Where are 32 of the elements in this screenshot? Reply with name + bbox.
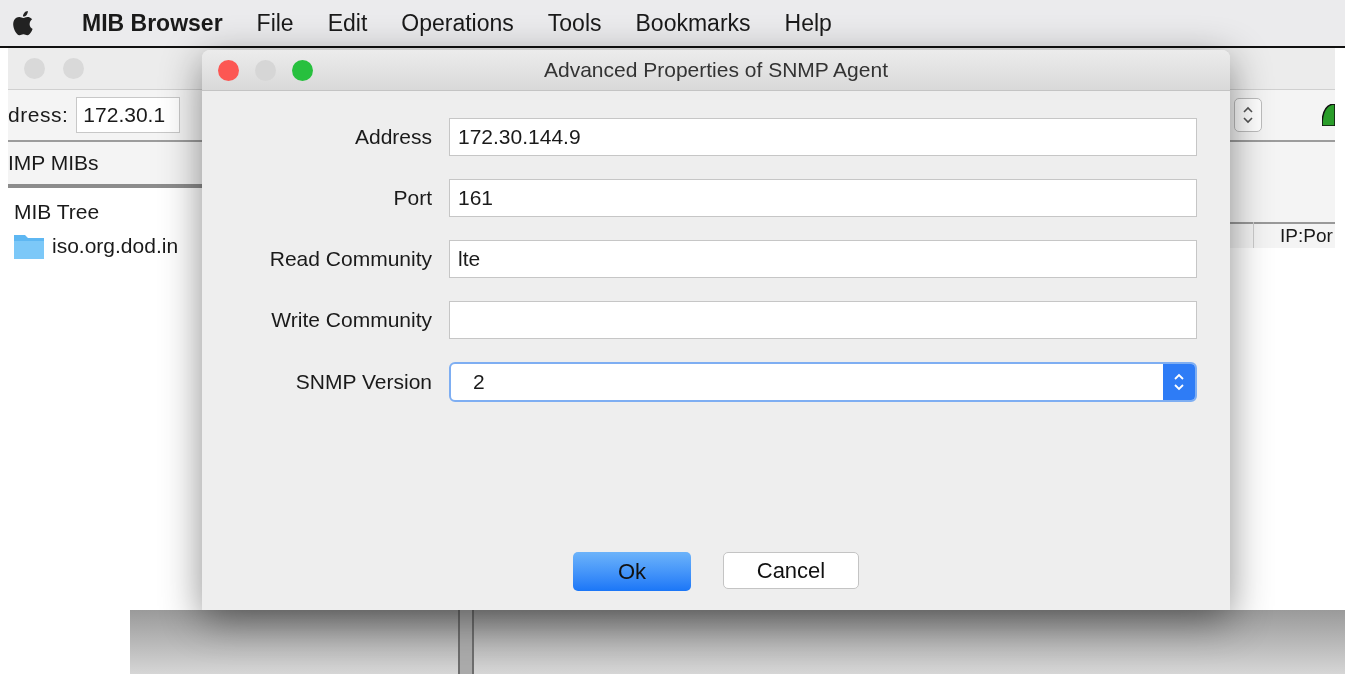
ok-button[interactable]: Ok — [573, 552, 691, 591]
app-name[interactable]: MIB Browser — [82, 5, 223, 41]
field-label: Port — [392, 185, 432, 212]
text-field[interactable]: 172.30.144.9 — [449, 118, 1197, 156]
stepper-icon[interactable] — [1234, 98, 1262, 132]
text-field[interactable]: lte — [449, 240, 1197, 278]
cancel-button[interactable]: Cancel — [723, 552, 859, 589]
menu-item[interactable]: Tools — [547, 5, 602, 41]
text-field[interactable] — [449, 301, 1197, 339]
field-label: Address — [353, 124, 432, 151]
address-field[interactable]: 172.30.1 — [76, 97, 181, 133]
tree-root[interactable]: MIB Tree — [14, 196, 202, 228]
menu-item[interactable]: Operations — [401, 5, 514, 41]
version-select[interactable]: 2 — [449, 362, 1197, 402]
dialog-title: Advanced Properties of SNMP Agent — [544, 57, 888, 84]
field-label: SNMP Version — [294, 369, 432, 396]
menu-item[interactable]: Help — [784, 5, 832, 41]
apple-logo-icon[interactable] — [10, 9, 34, 37]
folder-icon — [14, 233, 44, 259]
field-label: Write Community — [270, 307, 432, 334]
splitter-bar[interactable] — [458, 610, 474, 674]
field-label: Read Community — [268, 246, 432, 273]
menu-item[interactable]: Bookmarks — [635, 5, 751, 41]
menu-item[interactable]: Edit — [327, 5, 368, 41]
menu-item[interactable]: File — [256, 5, 294, 41]
status-icon — [1322, 104, 1335, 126]
zoom-button[interactable] — [292, 59, 313, 81]
text-field[interactable]: 161 — [449, 179, 1197, 217]
address-label: dress: — [8, 102, 69, 129]
close-button[interactable] — [218, 59, 239, 81]
stepper-icon — [1163, 364, 1195, 400]
tree-item[interactable]: iso.org.dod.in — [52, 230, 179, 262]
